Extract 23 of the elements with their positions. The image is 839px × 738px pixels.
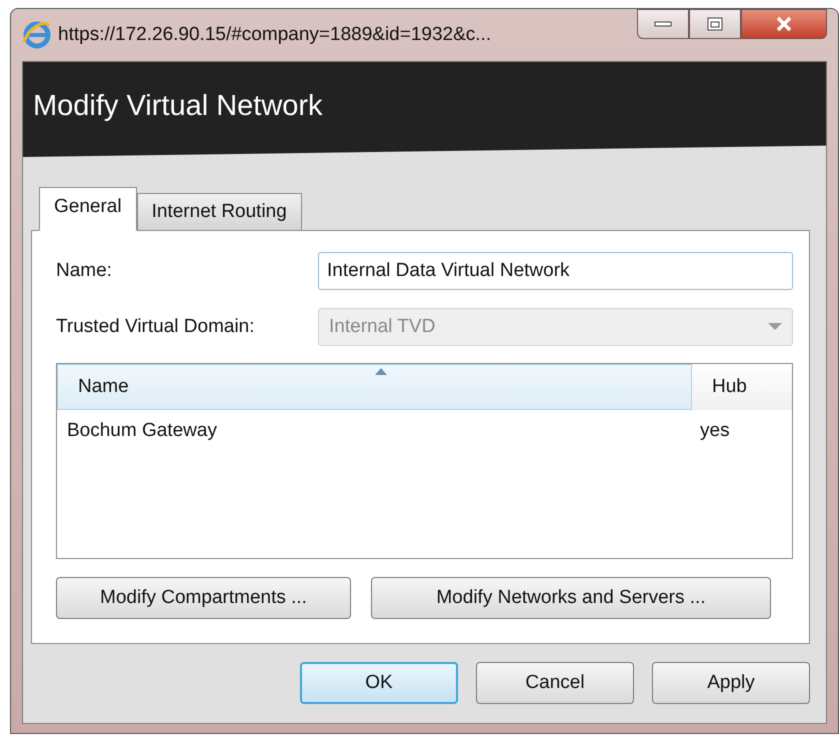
dialog-button[interactable]: Apply (652, 662, 810, 704)
panel-button[interactable]: Modify Compartments ... (56, 577, 351, 619)
minimize-icon (654, 20, 672, 28)
window-title: https://172.26.90.15/#company=1889&id=1932&c... (58, 24, 492, 46)
name-field[interactable]: Internal Data Virtual Network (318, 252, 793, 290)
dialog-title: Modify Virtual Network (33, 90, 323, 122)
browser-logo-icon (22, 20, 52, 50)
dropdown-caret-icon (768, 323, 782, 331)
close-icon (775, 16, 793, 32)
panel-button[interactable]: Modify Networks and Servers ... (371, 577, 771, 619)
column-header[interactable]: Name (57, 364, 692, 410)
tab[interactable]: Internet Routing (136, 193, 302, 231)
tab[interactable]: General (39, 187, 137, 231)
table-cell-text: Bochum Gateway (66, 420, 218, 442)
dialog-button[interactable]: OK (300, 662, 458, 704)
maximize-button[interactable] (689, 9, 741, 39)
field-label: Name: (56, 260, 113, 282)
field-label: Trusted Virtual Domain: (56, 316, 256, 338)
table-cell-text: yes (700, 420, 731, 442)
maximize-icon (706, 17, 724, 31)
close-button[interactable] (741, 9, 827, 39)
minimize-button[interactable] (637, 9, 689, 39)
dialog-button[interactable]: Cancel (476, 662, 634, 704)
